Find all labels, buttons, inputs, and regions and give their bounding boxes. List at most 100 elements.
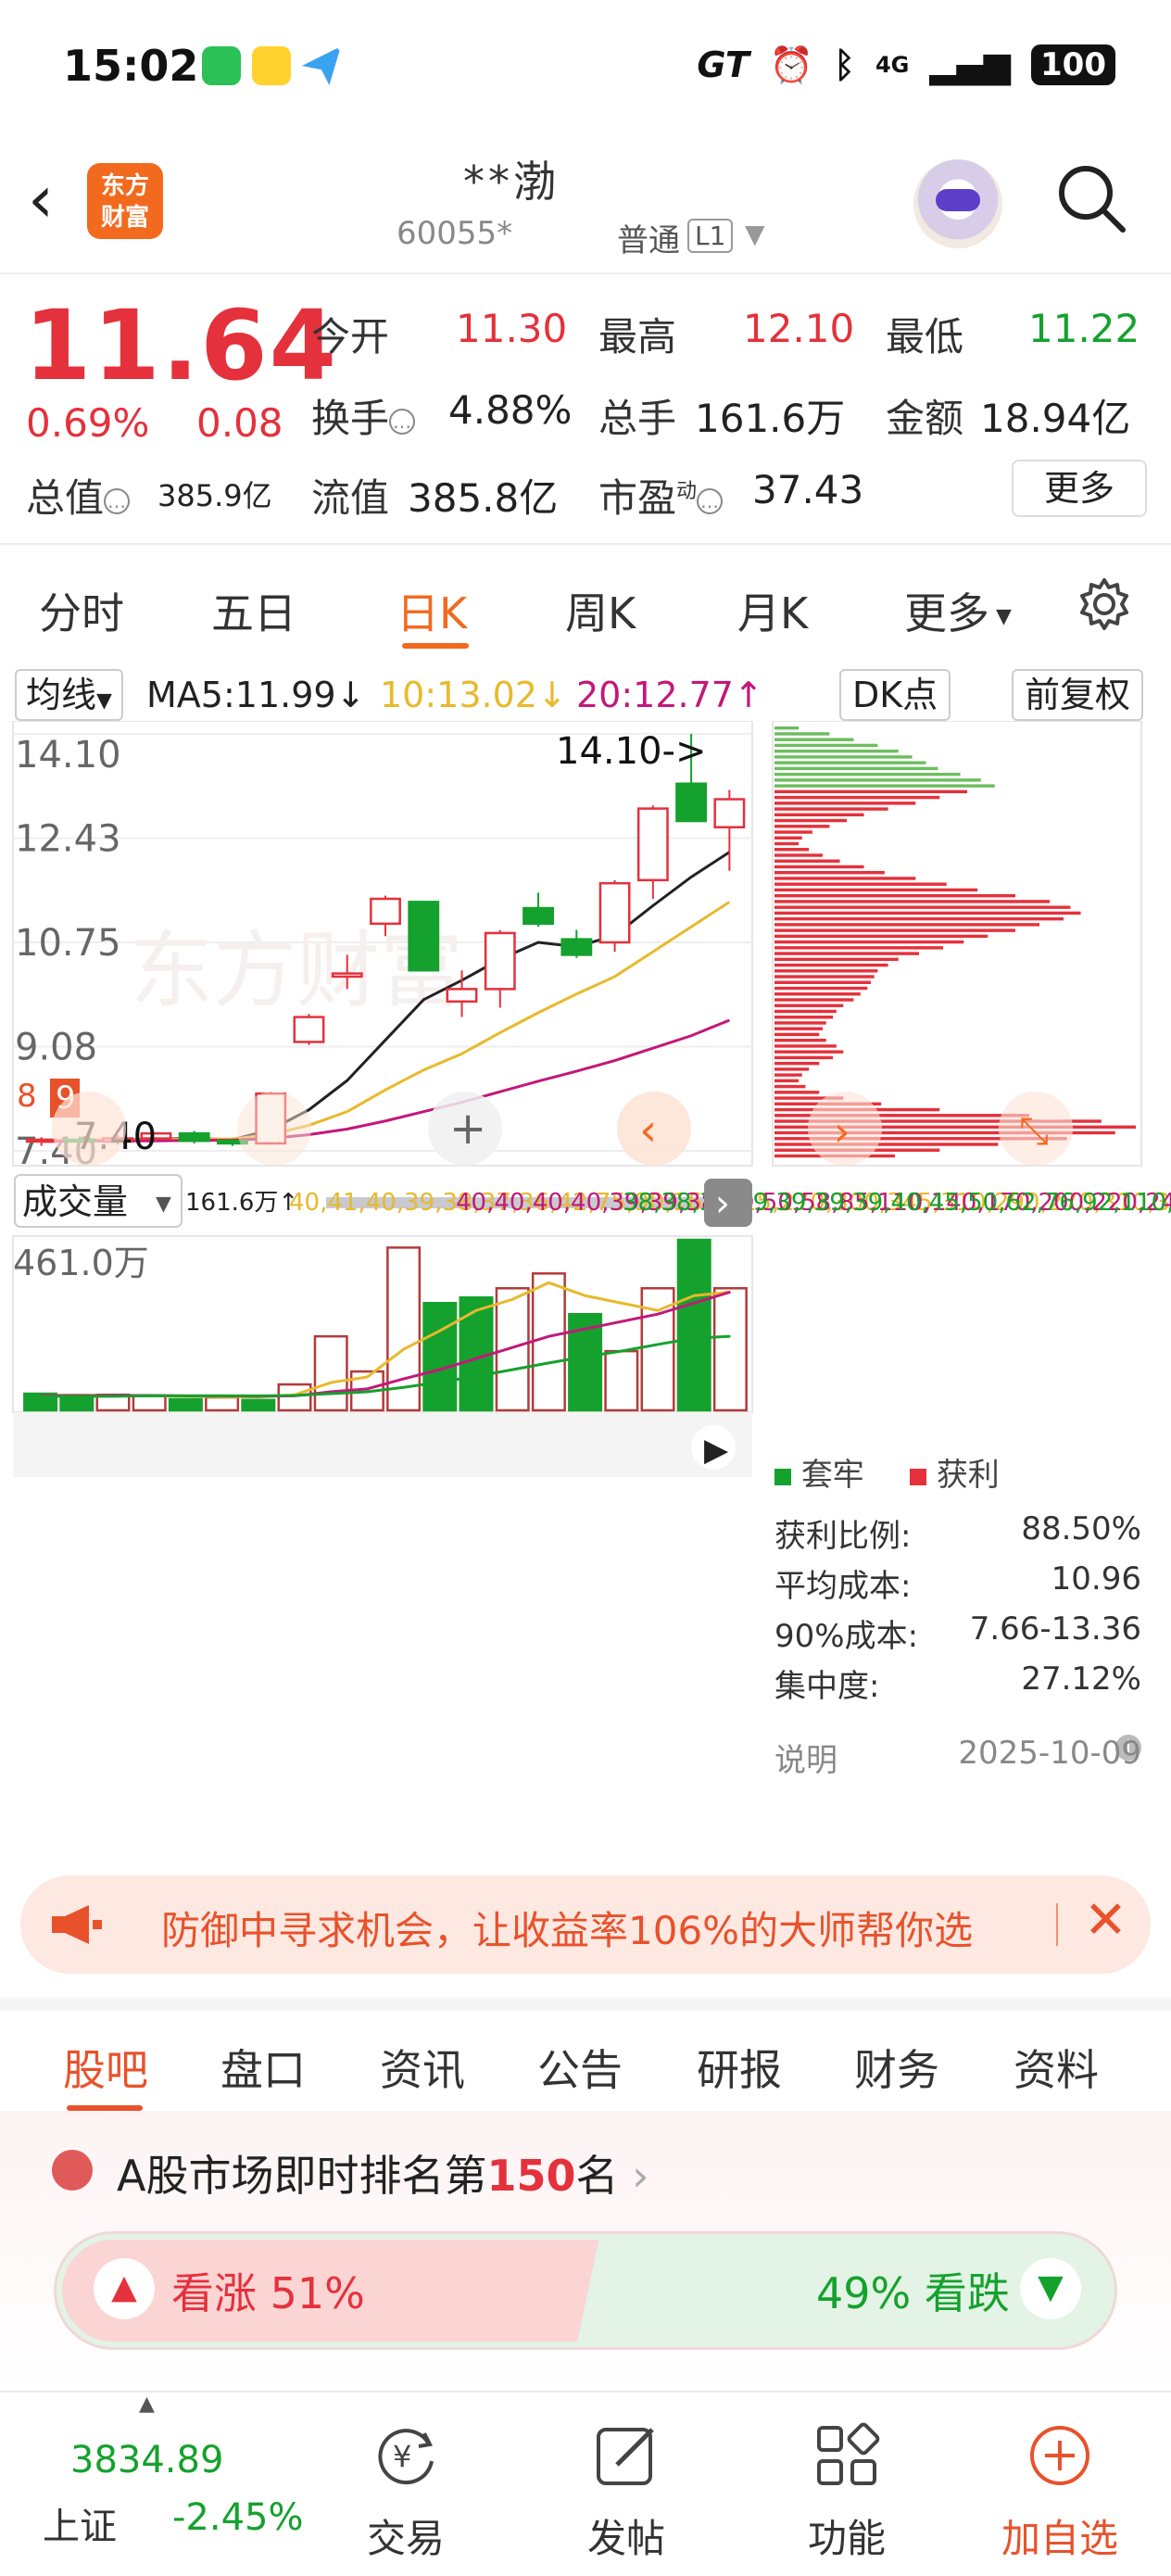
chip-bar [774,928,1015,932]
tab-pankou[interactable]: 盘口 [220,2037,306,2098]
chevron-up-icon[interactable]: ▲ [139,2393,155,2416]
tab-profile[interactable]: 资料 [1014,2037,1099,2098]
tab-more[interactable]: 更多 ▼ [904,580,1012,641]
chip-bar [774,841,799,846]
index-value[interactable]: 3834.89 [70,2439,223,2481]
ranking-text[interactable]: A股市场即时排名第150名 › [117,2142,649,2203]
candle [636,807,669,882]
chip-bar [774,940,964,944]
tab-news[interactable]: 资讯 [380,2037,465,2098]
index-change[interactable]: -2.45% [172,2496,304,2539]
index-name[interactable]: 上证 [43,2496,117,2550]
high-value: 12.10 [743,306,855,351]
grid-icon [817,2422,880,2485]
chevron-down-icon: ▼ [989,605,1012,628]
chip-bar [774,888,978,892]
chip-bar [774,1084,806,1089]
volume-bar [422,1302,458,1412]
eastmoney-logo: 东方 财富 [87,163,163,239]
high-annotation: 14.10-> [556,730,706,773]
scroll-start-button[interactable] [52,1092,126,1166]
chip-bar [774,911,1081,915]
chip-bar [774,916,1064,921]
tab-research[interactable]: 研报 [697,2037,782,2098]
chip-bar [774,877,916,880]
tab-finance[interactable]: 财务 [854,2037,939,2098]
chip-bar [774,1032,820,1037]
chip-bar [774,772,961,777]
tab-monthly-k[interactable]: 月K [737,580,808,641]
nav-post[interactable]: 发帖 [552,2420,700,2564]
volume-label: 总手 [598,396,677,441]
chip-bar [774,969,878,973]
y-tick-label: 14.10 [15,734,121,777]
chevron-left-icon: ‹ [639,1105,657,1156]
vote-up-label[interactable]: 看涨 51% [171,2260,365,2321]
status-icons: GT ⏰ ᛒ 4G ▂▄▆ 100 [697,41,1115,89]
chip-bar [774,923,1039,927]
chip-bar [774,986,868,991]
adjust-button[interactable]: 前复权 [1012,669,1144,721]
chevron-down-icon: ▼ [156,1193,171,1216]
ranking-number: 150 [486,2151,576,2201]
info-icon[interactable]: … [389,408,416,435]
ma-select[interactable]: 均线▼ [15,669,123,721]
chip-bar [774,732,830,736]
chip-bar [774,992,861,996]
tab-daily-k[interactable]: 日K [397,580,467,641]
nav-add-watchlist[interactable]: 加自选 [986,2420,1134,2564]
chip-bar [774,1021,826,1025]
tab-announcements[interactable]: 公告 [537,2037,623,2098]
chip-bar [774,882,947,886]
tab-minute[interactable]: 分时 [39,580,124,641]
tab-guba[interactable]: 股吧 [63,2037,148,2098]
stock-header: ‹ 东方 财富 **渤 60055* 普通 L1 ▼ [0,139,1171,274]
chip-bar [774,865,864,869]
bluetooth-icon: ᛒ [834,44,855,85]
chip-bar [774,1027,823,1030]
level-badge[interactable]: L1 [687,219,734,253]
float-value: 385.8亿 [408,475,559,521]
info-icon[interactable]: … [104,487,131,514]
search-icon[interactable] [1056,163,1127,234]
zoom-button[interactable] [237,1092,311,1166]
close-icon[interactable]: ✕ [1084,1890,1127,1951]
turnover-label: 换手… [311,387,416,444]
banner-text[interactable]: 防御中寻求机会，让收益率106%的大师帮你选 [161,1900,1051,1956]
assistant-avatar[interactable] [913,159,1002,248]
info-icon[interactable]: … [697,487,724,514]
arrow-up-icon[interactable]: ▲ [94,2258,155,2319]
quote-panel: 11.64 0.69% 0.08 今开 11.30 最高 12.10 最低 11… [0,274,1171,545]
chip-90-cost: 90%成本: 7.66-13.36 [774,1610,1141,1655]
more-button[interactable]: 更多 [1012,460,1147,517]
tab-weekly-k[interactable]: 周K [565,580,636,641]
tab-five-day[interactable]: 五日 [211,580,296,641]
date-axis [13,1412,752,1477]
y-tick-label: 9.08 [15,1027,97,1069]
gear-icon[interactable] [1077,576,1132,632]
volume-bar [604,1349,639,1412]
vote-down-label[interactable]: 49% 看跌 [816,2260,1010,2321]
back-icon[interactable]: ‹ [28,167,54,232]
candle [178,1131,210,1143]
chip-profit-ratio: 获利比例: 88.50% [774,1510,1141,1555]
nav-functions[interactable]: 功能 [773,2420,921,2564]
volume-bar [495,1287,530,1412]
chip-bar [774,807,888,811]
market-ranking: A股市场即时排名第150名 › ▲ 看涨 51% 49% 看跌 ▼ [0,2111,1171,2389]
pe-sup: 动 [676,480,698,503]
dk-point-button[interactable]: DK点 [839,669,951,721]
yuan-cycle-icon: ¥ [378,2429,434,2485]
chevron-down-icon[interactable]: ▼ [745,219,765,249]
network-label: 4G [875,52,910,78]
nav-trade[interactable]: ¥ 交易 [332,2420,480,2564]
volume-max-label: 461.0万 [13,1243,149,1283]
candle [675,782,708,823]
status-bar: 15:02 GT ⏰ ᛒ 4G ▂▄▆ 100 [0,0,1171,139]
pe-value: 37.43 [752,467,864,512]
arrow-down-icon[interactable]: ▼ [1020,2258,1081,2319]
volume-bar [168,1397,203,1412]
stock-name[interactable]: **渤 [463,148,560,209]
volume-value-label: 161.6万↑ [185,1189,298,1217]
promo-banner[interactable]: 防御中寻求机会，让收益率106%的大师帮你选 ✕ [20,1875,1151,1974]
